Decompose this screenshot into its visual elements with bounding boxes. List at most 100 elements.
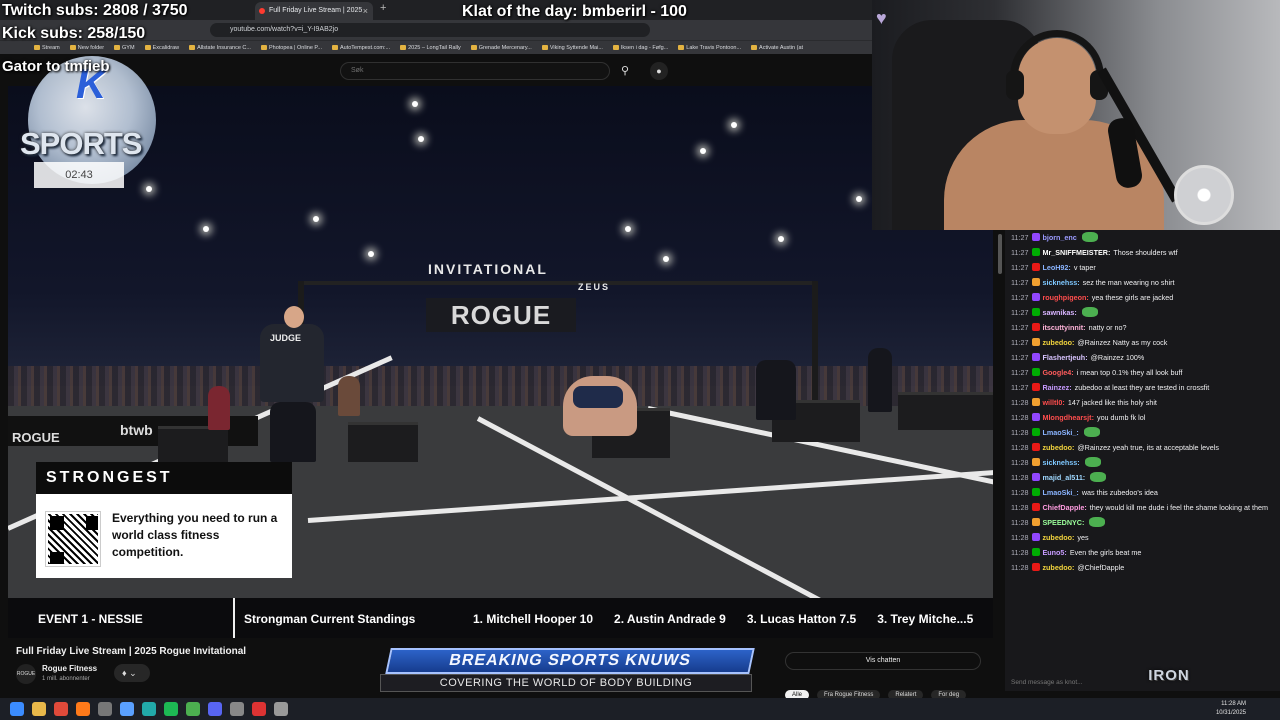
- close-tab-icon[interactable]: ×: [363, 2, 368, 20]
- bookmark-icon: [144, 45, 151, 50]
- bookmark-icon: [470, 45, 477, 50]
- bookmark-item[interactable]: Iksen i dag - Føfg...: [612, 45, 668, 51]
- bookmark-item[interactable]: Allstate Insurance C...: [189, 45, 251, 51]
- file-explorer-icon[interactable]: [32, 702, 46, 716]
- bookmark-icon: [612, 45, 619, 50]
- system-clock[interactable]: 11:28 AM 10/31/2025: [1216, 700, 1246, 718]
- channel-name[interactable]: Rogue Fitness: [42, 664, 97, 673]
- chat-username[interactable]: Mr_SNIFFMEISTER:: [1042, 248, 1110, 257]
- microphone-icon[interactable]: ●: [650, 62, 668, 80]
- chat-username[interactable]: willtl0:: [1042, 398, 1064, 407]
- rig-post: [812, 281, 818, 411]
- firefox-icon[interactable]: [76, 702, 90, 716]
- chat-username[interactable]: sawnikas:: [1042, 308, 1076, 317]
- chat-username[interactable]: ChiefDapple:: [1042, 503, 1086, 512]
- notification-bell-button[interactable]: ♦ ⌄: [114, 664, 150, 682]
- btwb-logo: btwb: [120, 422, 153, 438]
- bookmark-icon: [69, 45, 76, 50]
- chat-username[interactable]: SPEEDNYC:: [1042, 518, 1084, 527]
- url-field[interactable]: youtube.com/watch?v=i_Y-I9AB2jo: [210, 23, 650, 37]
- bookmark-item[interactable]: AutoTempest.com:...: [331, 44, 391, 51]
- chat-timestamp: 11:28: [1011, 503, 1029, 512]
- bookmark-item[interactable]: Stream: [34, 45, 60, 51]
- chat-message: 11:28 Euno5: Even the girls beat me: [1005, 545, 1280, 560]
- chat-message: 11:28 zubedoo: @ChiefDapple: [1005, 560, 1280, 575]
- chat-timestamp: 11:27: [1011, 248, 1029, 257]
- bell-icon: ♦ ⌄: [122, 668, 137, 678]
- bookmark-item[interactable]: New folder: [69, 45, 104, 51]
- chat-text: zubedoo at least they are tested in cros…: [1074, 383, 1210, 392]
- app-icon[interactable]: [274, 702, 288, 716]
- chat-username[interactable]: Flashertjeuh:: [1042, 353, 1087, 362]
- chat-badge-icon: [1032, 443, 1041, 451]
- chat-text: they would kill me dude i feel the shame…: [1089, 503, 1268, 512]
- acrobat-icon[interactable]: [252, 702, 266, 716]
- show-chat-button[interactable]: Vis chatten: [785, 652, 981, 670]
- chat-username[interactable]: itscuttyinnit:: [1042, 323, 1085, 332]
- chat-username[interactable]: zubedoo:: [1042, 533, 1074, 542]
- bookmark-item[interactable]: Grenade Mercenary...: [470, 45, 532, 51]
- chat-badge-icon: [1032, 458, 1041, 466]
- app-icon[interactable]: [230, 702, 244, 716]
- chat-timestamp: 11:28: [1011, 548, 1029, 557]
- bookmark-item[interactable]: Lake Travis Pontoon...: [678, 45, 741, 51]
- chat-username[interactable]: roughpigeon:: [1042, 293, 1088, 302]
- chat-timestamp: 11:28: [1011, 533, 1029, 542]
- chat-username[interactable]: Euno5:: [1042, 548, 1066, 557]
- bookmark-item[interactable]: Viking Syttende Mai...: [541, 45, 603, 51]
- chat-username[interactable]: bjorn_enc: [1042, 233, 1076, 242]
- chat-timestamp: 11:27: [1011, 323, 1029, 332]
- bookmark-item[interactable]: GYM: [114, 45, 135, 51]
- spotify-icon[interactable]: [164, 702, 178, 716]
- chat-badge-icon: [1032, 233, 1041, 241]
- bookmark-icon: [400, 45, 407, 50]
- chat-username[interactable]: majid_al511:: [1042, 473, 1085, 482]
- chrome-icon[interactable]: [186, 702, 200, 716]
- chat-username[interactable]: Mlongdhearsjt:: [1042, 413, 1094, 422]
- bookmark-item[interactable]: Photopea | Online P...: [260, 44, 322, 51]
- brave-icon[interactable]: [54, 702, 68, 716]
- windows-start-icon[interactable]: [10, 702, 24, 716]
- steam-icon[interactable]: [120, 702, 134, 716]
- chat-text: yea these girls are jacked: [1091, 293, 1174, 302]
- ticker-event: EVENT 1 - NESSIE: [38, 612, 143, 626]
- desk-fan: [1174, 165, 1234, 225]
- app-icon[interactable]: [142, 702, 156, 716]
- chat-message: 11:28 ChiefDapple: they would kill me dude…: [1005, 500, 1280, 515]
- bookmark-label: AutoTempest.com:...: [339, 44, 391, 51]
- standings-ticker: EVENT 1 - NESSIE Strongman Current Stand…: [8, 598, 993, 638]
- chat-username[interactable]: LmaoSki_:: [1042, 488, 1078, 497]
- new-tab-button[interactable]: +: [380, 2, 386, 14]
- chat-text: Even the girls beat me: [1069, 548, 1142, 557]
- bookmark-item[interactable]: 2025 – LongTail Rally: [400, 45, 461, 51]
- chat-username[interactable]: LmaoSki_:: [1042, 428, 1078, 437]
- chat-username[interactable]: sicknehss:: [1042, 278, 1079, 287]
- chat-badge-icon: [1032, 428, 1041, 436]
- ceiling-light: [368, 251, 374, 257]
- chat-text: @Rainzez yeah true, its at acceptable le…: [1077, 443, 1219, 452]
- chat-username[interactable]: zubedoo:: [1042, 563, 1074, 572]
- chat-timestamp: 11:27: [1011, 308, 1029, 317]
- chat-username[interactable]: LeoH92:: [1042, 263, 1070, 272]
- chat-scrollbar[interactable]: [996, 230, 1005, 690]
- bookmark-label: Allstate Insurance C...: [197, 44, 251, 51]
- chat-username[interactable]: sicknehss:: [1042, 458, 1079, 467]
- chat-username[interactable]: zubedoo:: [1042, 338, 1074, 347]
- search-icon[interactable]: ⚲: [613, 62, 637, 80]
- chat-username[interactable]: Rainzez:: [1042, 383, 1071, 392]
- browser-tab[interactable]: Full Friday Live Stream | 2025 ×: [255, 2, 373, 20]
- sponsor-ad[interactable]: STRONGEST Everything you need to run a w…: [36, 462, 292, 578]
- channel-avatar[interactable]: ROGUE: [16, 664, 36, 684]
- chat-username[interactable]: zubedoo:: [1042, 443, 1074, 452]
- bookmark-item[interactable]: Activate Austin (at: [751, 45, 803, 51]
- zeus-sign: ZEUS: [578, 282, 611, 292]
- chat-emote-icon: [1089, 517, 1106, 527]
- discord-icon[interactable]: [208, 702, 222, 716]
- breaking-sports-knuws-banner: BREAKING SPORTS KNUWS COVERING THE WORLD…: [380, 648, 755, 692]
- judge-legs: [270, 402, 316, 462]
- obs-icon[interactable]: [98, 702, 112, 716]
- search-input[interactable]: Søk: [340, 62, 610, 80]
- bookmark-label: Photopea | Online P...: [268, 44, 322, 51]
- chat-username[interactable]: Google4:: [1042, 368, 1073, 377]
- bookmark-item[interactable]: Excalidraw: [144, 45, 179, 51]
